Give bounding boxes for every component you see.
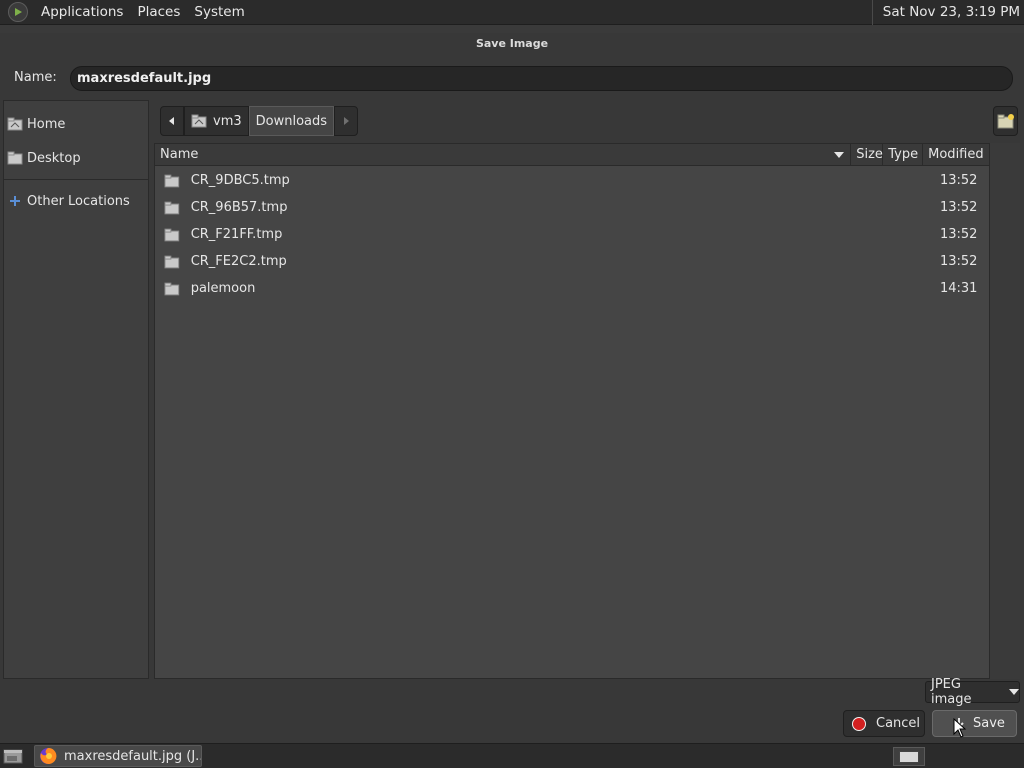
folder-icon [164, 201, 180, 214]
scrollbar-track[interactable] [990, 143, 1020, 679]
sidebar-item-home[interactable]: Home [4, 107, 148, 141]
dialog-title: Save Image [475, 37, 549, 50]
sidebar-item-desktop[interactable]: Desktop [4, 141, 148, 175]
file-modified: 14:31 [939, 281, 978, 296]
home-icon [191, 114, 207, 128]
folder-icon [164, 282, 180, 295]
column-label: Modified [928, 147, 984, 162]
file-modified: 13:52 [939, 200, 978, 215]
new-folder-icon [997, 114, 1014, 129]
save-image-dialog: Save Image Name: Home Desktop Other Loca… [0, 33, 1024, 743]
taskbar-window-label: maxresdefault.jpg (J... [64, 748, 202, 764]
workspace-switcher[interactable] [893, 747, 925, 766]
chevron-right-icon [344, 117, 350, 125]
file-row[interactable]: CR_F21FF.tmp 13:52 [155, 221, 989, 248]
places-sidebar: Home Desktop Other Locations [3, 100, 149, 679]
taskbar: maxresdefault.jpg (J... [0, 743, 1024, 768]
clock[interactable]: Sat Nov 23, 3:19 PM [871, 0, 1020, 25]
top-panel: Applications Places System Sat Nov 23, 3… [0, 0, 1024, 25]
file-name: CR_F21FF.tmp [190, 227, 283, 242]
file-name: palemoon [190, 281, 256, 296]
folder-icon [164, 228, 180, 241]
column-label: Size [856, 147, 883, 162]
folder-icon [164, 174, 180, 187]
path-segment-label: Downloads [255, 113, 328, 129]
file-row[interactable]: CR_FE2C2.tmp 13:52 [155, 248, 989, 275]
file-name: CR_9DBC5.tmp [190, 173, 290, 188]
file-modified: 13:52 [939, 173, 978, 188]
path-back-button[interactable] [160, 106, 184, 136]
column-header-type[interactable]: Type [883, 144, 924, 165]
chevron-left-icon [169, 117, 174, 125]
path-bar: vm3 Downloads [160, 106, 359, 136]
sidebar-item-label: Other Locations [27, 193, 130, 209]
folder-icon [164, 255, 180, 268]
name-label: Name: [14, 70, 57, 85]
new-folder-button[interactable] [993, 106, 1018, 136]
sidebar-separator [4, 179, 148, 180]
file-modified: 13:52 [939, 227, 978, 242]
folder-icon [7, 151, 23, 165]
column-header-name[interactable]: Name [155, 144, 852, 165]
mouse-cursor-icon [953, 718, 967, 738]
sidebar-item-other-locations[interactable]: Other Locations [4, 184, 148, 218]
filename-input[interactable] [70, 66, 1013, 91]
plus-icon [7, 194, 23, 208]
cancel-icon [852, 716, 866, 731]
show-desktop-icon[interactable] [3, 748, 23, 765]
column-label: Name [160, 147, 199, 162]
home-icon [7, 117, 23, 131]
file-list-header: Name Size Type Modified [155, 144, 989, 166]
distro-logo-icon[interactable] [8, 2, 28, 22]
menu-system[interactable]: System [187, 0, 251, 25]
menu-applications[interactable]: Applications [34, 0, 130, 25]
column-label: Type [888, 147, 919, 162]
path-segment-label: vm3 [213, 113, 242, 129]
path-segment-downloads[interactable]: Downloads [248, 106, 335, 136]
sidebar-item-label: Home [27, 116, 66, 132]
save-button[interactable]: Save [932, 710, 1017, 737]
cancel-label: Cancel [876, 716, 921, 731]
file-row[interactable]: CR_9DBC5.tmp 13:52 [155, 167, 989, 194]
file-name: CR_96B57.tmp [190, 200, 288, 215]
chevron-down-icon [1009, 689, 1019, 695]
menu-places[interactable]: Places [130, 0, 187, 25]
firefox-icon [40, 747, 57, 764]
sort-descending-icon [834, 152, 845, 158]
file-row[interactable]: palemoon 14:31 [155, 275, 989, 302]
column-header-size[interactable]: Size [851, 144, 884, 165]
sidebar-item-label: Desktop [27, 150, 81, 166]
path-forward-button[interactable] [334, 106, 359, 136]
file-name: CR_FE2C2.tmp [190, 254, 287, 269]
file-list[interactable]: Name Size Type Modified CR_9DBC5.tmp 13:… [154, 143, 990, 679]
workspace-window-thumbnail [899, 750, 919, 763]
save-label: Save [973, 716, 1005, 731]
path-segment-vm3[interactable]: vm3 [184, 106, 249, 136]
filter-selected-label: JPEG image [931, 677, 972, 707]
file-type-filter-dropdown[interactable]: JPEG image [925, 677, 1020, 707]
file-row[interactable]: CR_96B57.tmp 13:52 [155, 194, 989, 221]
cancel-button[interactable]: Cancel [843, 710, 925, 737]
file-modified: 13:52 [939, 254, 978, 269]
taskbar-window-button[interactable]: maxresdefault.jpg (J... [34, 745, 202, 767]
column-header-modified[interactable]: Modified [923, 144, 989, 165]
